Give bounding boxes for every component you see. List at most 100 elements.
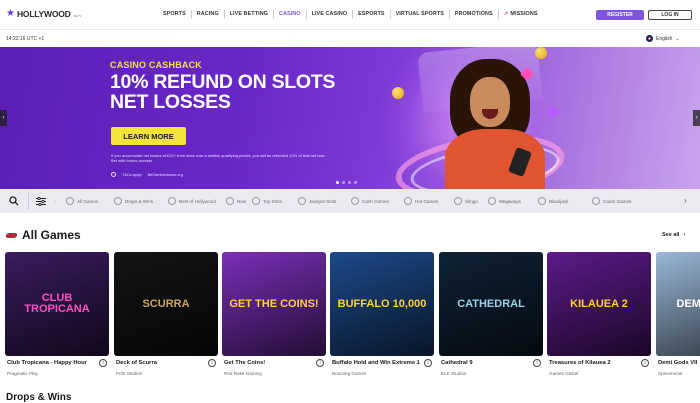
slide-dot[interactable] bbox=[354, 181, 357, 184]
info-icon[interactable]: i bbox=[316, 359, 324, 367]
logo-suffix: BETS bbox=[73, 13, 82, 18]
hero-prev-button[interactable]: ‹ bbox=[0, 110, 7, 126]
nav-missions-label: MISSIONS bbox=[510, 11, 538, 17]
drops-icon bbox=[114, 197, 122, 205]
coin-icon bbox=[392, 87, 404, 99]
nav-sports[interactable]: SPORTS bbox=[158, 10, 192, 19]
uk-flag-icon bbox=[646, 35, 653, 42]
nav-promotions[interactable]: PROMOTIONS bbox=[450, 10, 499, 19]
slingo-icon bbox=[454, 197, 462, 205]
game-tile[interactable]: DEMI GODSDemi Gods VIIiSpinomenal bbox=[656, 252, 700, 376]
game-name[interactable]: Club Tropicana - Happy Hour bbox=[7, 360, 95, 366]
game-name[interactable]: Demi Gods VII bbox=[658, 360, 700, 366]
category-cash-games[interactable]: Cash Games bbox=[351, 196, 404, 206]
game-thumbnail[interactable]: KILAUEA 2 bbox=[547, 252, 651, 356]
category-cards-games[interactable]: Cards Games bbox=[592, 196, 636, 206]
game-name[interactable]: Get The Coins! bbox=[224, 360, 312, 366]
cards-icon bbox=[592, 197, 600, 205]
game-thumbnail[interactable]: CATHEDRAL bbox=[439, 252, 543, 356]
nav-live-betting[interactable]: LIVE BETTING bbox=[225, 10, 274, 19]
sub-bar bbox=[0, 30, 700, 47]
star-icon bbox=[168, 197, 176, 205]
game-provider: Booming Games bbox=[332, 371, 367, 376]
see-all-label: See all bbox=[662, 232, 680, 238]
slide-dot[interactable] bbox=[348, 181, 351, 184]
game-tile[interactable]: GET THE COINS! Get The Coins! i Red Rake Ga… bbox=[222, 252, 326, 376]
info-icon[interactable]: i bbox=[641, 359, 649, 367]
game-thumbnail[interactable]: CLUB TROPICANA bbox=[5, 252, 109, 356]
category-megaways[interactable]: Megaways bbox=[488, 196, 538, 206]
category-arrow[interactable]: ‹ bbox=[54, 196, 66, 206]
see-all-link[interactable]: See all › bbox=[662, 232, 685, 238]
game-tile[interactable]: SCURRA Deck of Scurra i Print Studios bbox=[114, 252, 218, 376]
category-label: Jackpot Slots bbox=[309, 198, 337, 204]
learn-more-button[interactable]: LEARN MORE bbox=[111, 127, 186, 145]
category-new[interactable]: New bbox=[226, 196, 252, 206]
category-drops-wins[interactable]: Drops & Wins bbox=[114, 196, 168, 206]
cards-icon bbox=[538, 197, 546, 205]
begambleaware-link[interactable]: BeGambleAware.org bbox=[148, 173, 183, 177]
category-label: Best of Hollywood bbox=[179, 198, 216, 204]
language-selector[interactable]: English ⌄ bbox=[646, 35, 680, 42]
game-art-title: BUFFALO 10,000 bbox=[337, 297, 427, 310]
game-art-title: SCURRA bbox=[142, 297, 190, 310]
hero-next-button[interactable]: › bbox=[693, 110, 700, 126]
category-label: Hot Games bbox=[415, 198, 439, 204]
site-logo[interactable]: ★ HOLLYWOOD BETS bbox=[6, 9, 82, 20]
category-blackjack[interactable]: Blackjack bbox=[538, 196, 592, 206]
chevron-right-icon[interactable]: › bbox=[684, 196, 687, 205]
nav-racing[interactable]: RACING bbox=[192, 10, 225, 19]
game-art-title: GET THE COINS! bbox=[229, 297, 319, 310]
category-top-slots[interactable]: Top Slots bbox=[252, 196, 298, 206]
slide-dot[interactable] bbox=[336, 181, 339, 184]
filter-icon[interactable] bbox=[36, 197, 46, 206]
game-tile[interactable]: BUFFALO 10,000 Buffalo Hold and Win Extre… bbox=[330, 252, 434, 376]
info-icon[interactable]: i bbox=[533, 359, 541, 367]
game-name[interactable]: Cathedral 9 bbox=[441, 360, 529, 366]
terms-link[interactable]: T&Cs apply bbox=[122, 173, 142, 177]
game-name[interactable]: Deck of Scurra bbox=[116, 360, 204, 366]
rocket-icon: ➚ bbox=[503, 11, 509, 17]
hero-kicker: CASINO CASHBACK bbox=[110, 60, 203, 70]
info-icon[interactable]: i bbox=[99, 359, 107, 367]
coin-icon bbox=[535, 47, 547, 59]
nav-casino[interactable]: CASINO bbox=[274, 10, 307, 19]
game-thumbnail[interactable]: DEMI GODS bbox=[656, 252, 700, 356]
jackpot-icon bbox=[298, 197, 306, 205]
hero-person-face bbox=[470, 77, 510, 127]
nav-live-casino[interactable]: LIVE CASINO bbox=[307, 10, 354, 19]
category-all-games[interactable]: All Games bbox=[66, 196, 114, 206]
game-provider: Print Studios bbox=[116, 371, 143, 376]
nav-virtual-sports[interactable]: VIRTUAL SPORTS bbox=[391, 10, 450, 19]
new-icon bbox=[226, 197, 234, 205]
game-thumbnail[interactable]: GET THE COINS! bbox=[222, 252, 326, 356]
info-icon[interactable]: i bbox=[424, 359, 432, 367]
nav-missions[interactable]: ➚ MISSIONS bbox=[499, 10, 543, 19]
category-hot-games[interactable]: Hot Games bbox=[404, 196, 454, 206]
game-tile[interactable]: KILAUEA 2 Treasures of Kilauea 2 i Games Gl… bbox=[547, 252, 651, 376]
clock: 14:22:16 UTC +1 bbox=[6, 36, 45, 42]
grid-icon bbox=[66, 197, 74, 205]
chevron-right-icon: › bbox=[683, 232, 686, 238]
nav-esports[interactable]: ESPORTS bbox=[353, 10, 391, 19]
game-name[interactable]: Buffalo Hold and Win Extreme 10,000 bbox=[332, 360, 420, 366]
game-tile[interactable]: CLUB TROPICANA Club Tropicana - Happy Hou… bbox=[5, 252, 109, 376]
game-name[interactable]: Treasures of Kilauea 2 bbox=[549, 360, 637, 366]
login-button[interactable]: LOG IN bbox=[648, 10, 692, 20]
info-icon[interactable]: i bbox=[208, 359, 216, 367]
cash-icon bbox=[351, 197, 359, 205]
category-slingo[interactable]: Slingo bbox=[454, 196, 488, 206]
search-icon[interactable] bbox=[9, 196, 19, 206]
section-pill-icon bbox=[5, 232, 18, 238]
info-icon bbox=[111, 172, 116, 177]
category-jackpot-slots[interactable]: Jackpot Slots bbox=[298, 196, 351, 206]
slide-dot[interactable] bbox=[342, 181, 345, 184]
game-thumbnail[interactable]: SCURRA bbox=[114, 252, 218, 356]
category-list: ‹ All Games Drops & Wins Best of Hollywo… bbox=[54, 196, 636, 206]
game-provider: Red Rake Gaming bbox=[224, 371, 262, 376]
game-thumbnail[interactable]: BUFFALO 10,000 bbox=[330, 252, 434, 356]
register-button[interactable]: REGISTER bbox=[596, 10, 644, 20]
game-tile[interactable]: CATHEDRAL Cathedral 9 i ELK Studios bbox=[439, 252, 543, 376]
hero-banner[interactable]: CASINO CASHBACK 10% REFUND ON SLOTS NET … bbox=[0, 47, 700, 189]
category-best-of-hollywood[interactable]: Best of Hollywood bbox=[168, 196, 226, 206]
